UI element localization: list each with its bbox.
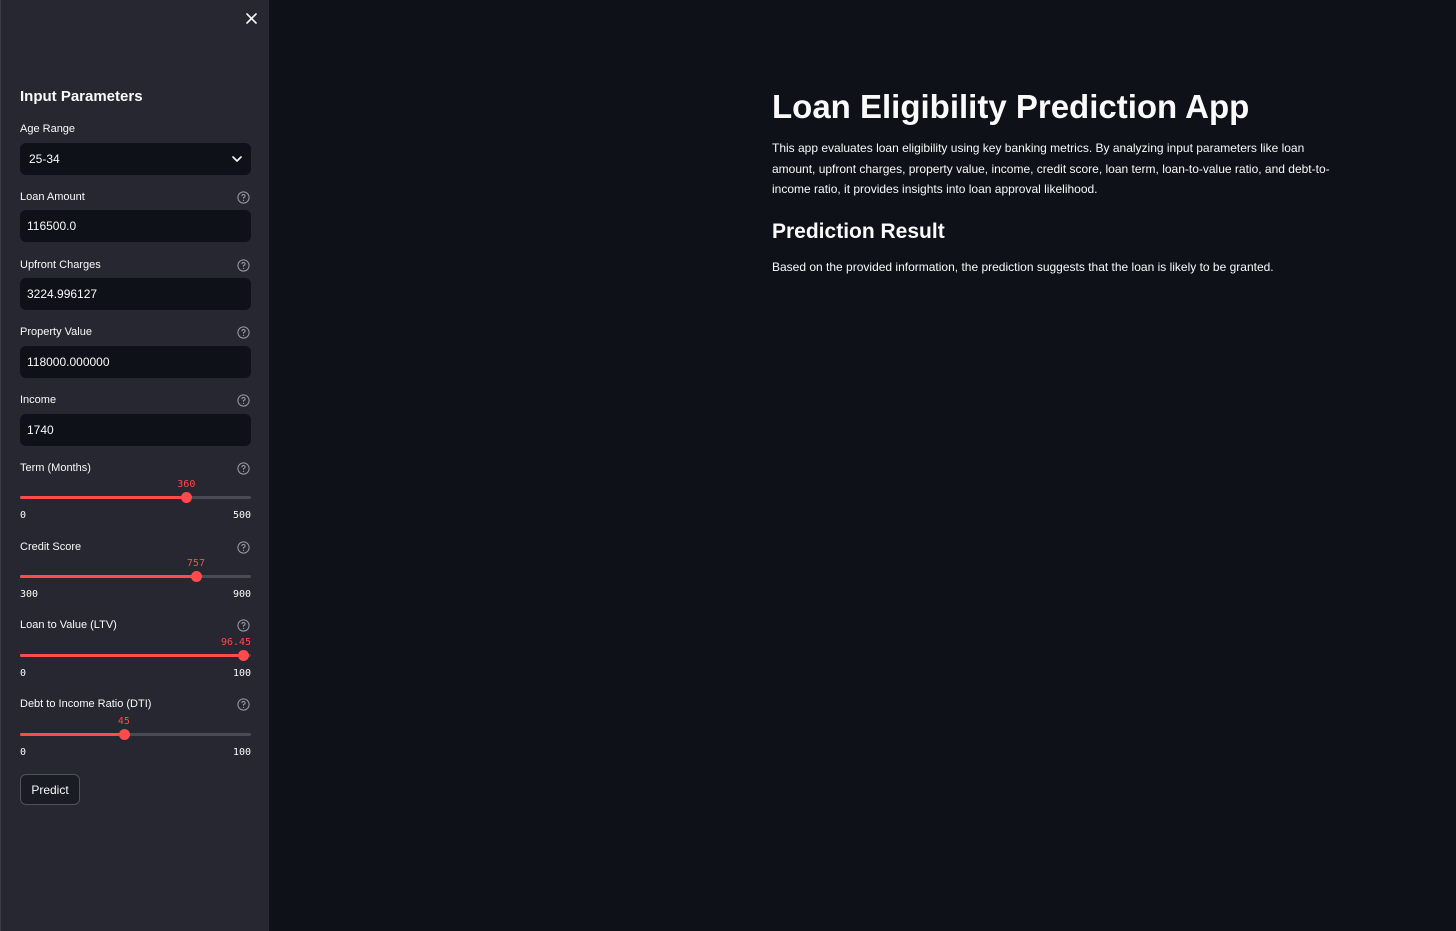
app-root: Input Parameters Age Range 25-34 Loan Am…: [0, 0, 1456, 931]
help-icon[interactable]: [237, 619, 250, 632]
help-icon[interactable]: [237, 698, 250, 711]
help-icon[interactable]: [237, 541, 250, 554]
dti-slider[interactable]: 45 0 100: [20, 716, 251, 758]
help-icon[interactable]: [237, 259, 250, 272]
ltv-label: Loan to Value (LTV): [20, 619, 117, 631]
help-icon[interactable]: [237, 394, 250, 407]
slider-fill: [20, 496, 187, 499]
upfront-charges-input[interactable]: [20, 278, 251, 310]
property-value-input[interactable]: [20, 346, 251, 378]
help-icon[interactable]: [237, 191, 250, 204]
property-value-label: Property Value: [20, 326, 92, 338]
sidebar-title: Input Parameters: [20, 88, 143, 105]
loan-amount-label: Loan Amount: [20, 191, 85, 203]
sidebar: Input Parameters Age Range 25-34 Loan Am…: [0, 0, 269, 931]
slider-thumb[interactable]: [181, 492, 193, 503]
ltv-slider[interactable]: 96.45 0 100: [20, 637, 252, 679]
age-range-select[interactable]: 25-34: [20, 143, 251, 175]
slider-thumb[interactable]: [190, 571, 202, 582]
slider-max: 900: [232, 589, 251, 600]
dti-label: Debt to Income Ratio (DTI): [20, 698, 152, 710]
slider-min: 300: [20, 589, 39, 600]
slider-min: 0: [20, 510, 27, 521]
chevron-down-icon: [232, 156, 242, 162]
slider-fill: [20, 733, 124, 736]
slider-min: 0: [20, 668, 27, 679]
slider-thumb[interactable]: [118, 729, 130, 740]
age-range-value: 25-34: [29, 152, 60, 166]
slider-value: 96.45: [220, 637, 252, 648]
slider-value: 757: [186, 558, 205, 569]
age-range-label: Age Range: [20, 123, 76, 135]
slider-thumb[interactable]: [237, 650, 249, 661]
help-icon[interactable]: [237, 326, 250, 339]
app-description: This app evaluates loan eligibility usin…: [772, 141, 1330, 196]
credit-score-slider[interactable]: 757 300 900: [20, 558, 251, 600]
upfront-charges-label: Upfront Charges: [20, 259, 101, 271]
slider-value: 360: [177, 479, 196, 490]
page-title: Loan Eligibility Prediction App: [772, 88, 1250, 125]
slider-min: 0: [20, 747, 27, 758]
close-sidebar-button[interactable]: [241, 8, 261, 28]
term-slider[interactable]: 360 0 500: [20, 479, 251, 521]
slider-max: 100: [232, 668, 251, 679]
term-label: Term (Months): [20, 462, 91, 474]
close-icon: [245, 12, 257, 24]
loan-amount-input[interactable]: [20, 210, 251, 242]
predict-button[interactable]: Predict: [20, 774, 80, 805]
income-label: Income: [20, 394, 57, 406]
credit-score-label: Credit Score: [20, 541, 82, 553]
main-content: Loan Eligibility Prediction App This app…: [772, 88, 1342, 274]
slider-value: 45: [117, 716, 130, 727]
help-icon[interactable]: [237, 462, 250, 475]
slider-fill: [20, 575, 196, 578]
prediction-result-text: Based on the provided information, the p…: [772, 259, 1274, 274]
slider-max: 500: [232, 510, 251, 521]
slider-fill: [20, 654, 243, 657]
prediction-result-heading: Prediction Result: [772, 219, 945, 243]
income-input[interactable]: [20, 414, 251, 446]
slider-max: 100: [232, 747, 251, 758]
